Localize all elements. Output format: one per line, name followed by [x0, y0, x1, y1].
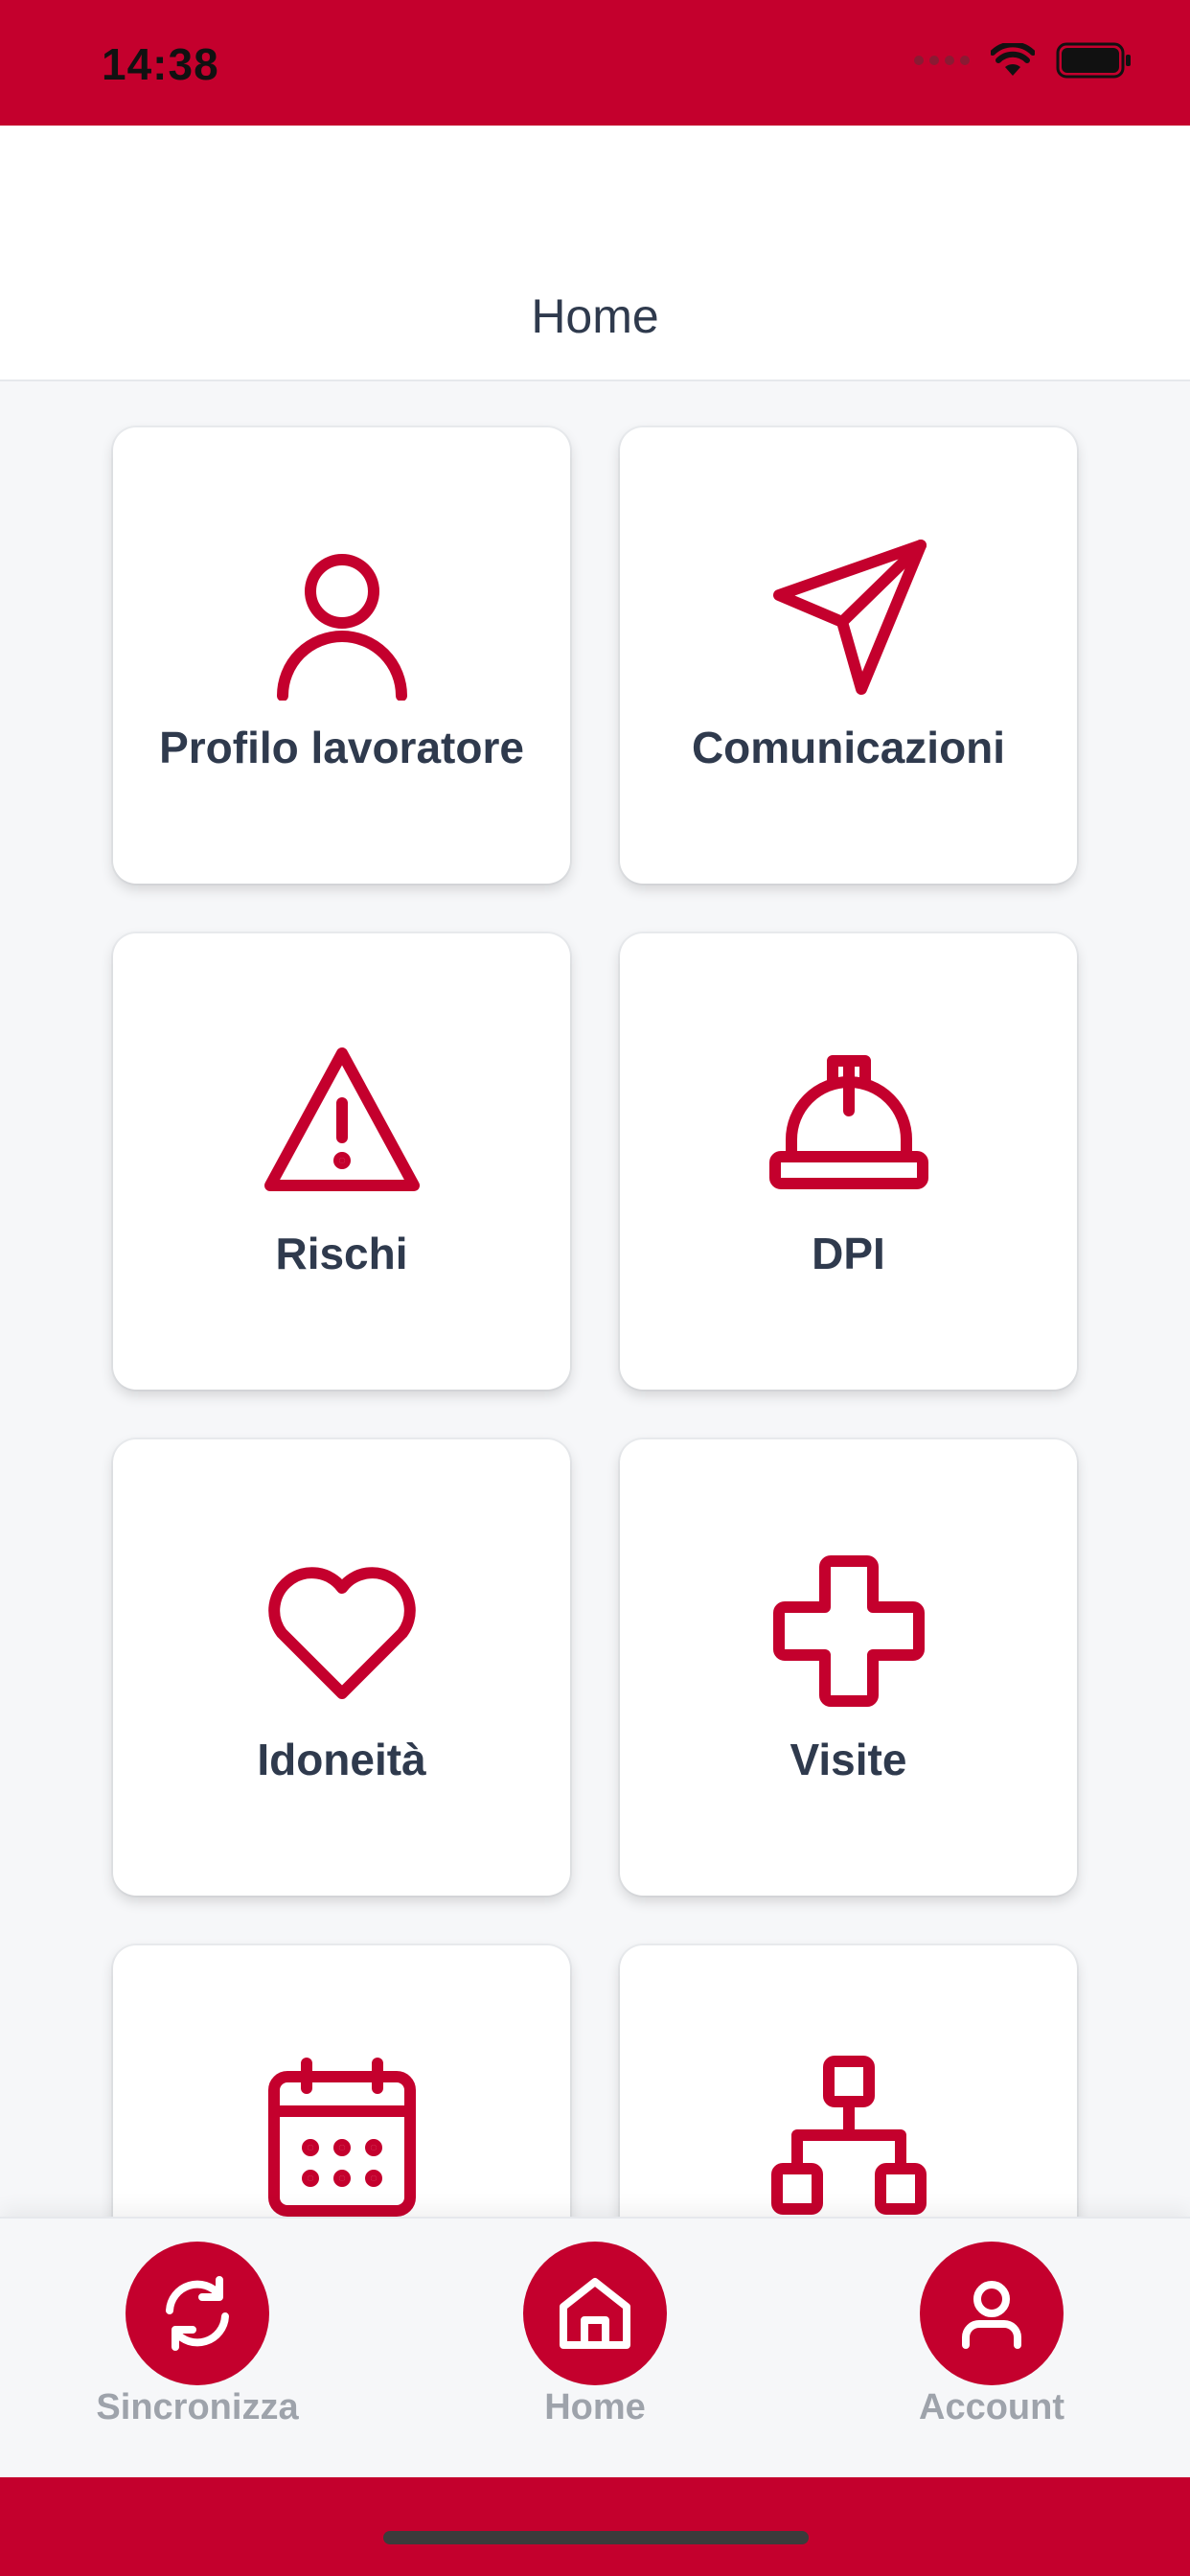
status-bar: 14:38	[0, 0, 1190, 126]
tile-label: Comunicazioni	[691, 723, 1006, 772]
calendar-icon	[261, 2056, 423, 2217]
nav-home-circle	[523, 2242, 667, 2385]
wifi-icon	[991, 43, 1035, 76]
user-icon	[261, 538, 423, 701]
medical-cross-icon	[767, 1550, 930, 1713]
tile-label: Rischi	[275, 1229, 408, 1278]
nav-account-label: Account	[919, 2387, 1064, 2427]
home-icon	[560, 2278, 630, 2349]
nav-sincronizza-label: Sincronizza	[96, 2387, 299, 2427]
home-tiles-scroll-area[interactable]: Profilo lavoratore Comunicazioni Rischi	[0, 380, 1190, 2217]
tile-comunicazioni[interactable]: Comunicazioni	[620, 427, 1077, 884]
cellular-signal-icon	[914, 56, 970, 65]
tile-dpi[interactable]: DPI	[620, 933, 1077, 1390]
tile-idoneita[interactable]: Idoneità	[113, 1439, 570, 1896]
bottom-nav: Sincronizza Home Account	[0, 2217, 1190, 2479]
nav-home-label: Home	[544, 2387, 646, 2427]
tile-label: DPI	[812, 1229, 885, 1278]
header: Home	[0, 126, 1190, 381]
tile-rischi[interactable]: Rischi	[113, 933, 570, 1390]
tile-grid: Profilo lavoratore Comunicazioni Rischi	[113, 427, 1077, 2217]
battery-icon	[1056, 42, 1131, 79]
paper-plane-icon	[767, 538, 930, 701]
page-title: Home	[531, 289, 659, 343]
hard-hat-icon	[767, 1044, 930, 1207]
org-chart-icon	[767, 2056, 930, 2217]
status-time: 14:38	[102, 39, 219, 89]
nav-account-button[interactable]: Account	[867, 2242, 1116, 2433]
nav-home-button[interactable]: Home	[470, 2242, 720, 2433]
sync-icon	[166, 2276, 229, 2351]
nav-sincronizza-button[interactable]: Sincronizza	[73, 2242, 322, 2433]
tile-visite[interactable]: Visite	[620, 1439, 1077, 1896]
tile-profilo-lavoratore[interactable]: Profilo lavoratore	[113, 427, 570, 884]
tile-calendar[interactable]	[113, 1945, 570, 2217]
tile-label: Idoneità	[257, 1735, 426, 1784]
tile-label: Visite	[790, 1735, 907, 1784]
tile-org-chart[interactable]	[620, 1945, 1077, 2217]
nav-account-circle	[920, 2242, 1064, 2385]
home-indicator-area	[0, 2477, 1190, 2576]
tile-label: Profilo lavoratore	[159, 723, 524, 772]
home-indicator[interactable]	[383, 2531, 809, 2544]
account-icon	[962, 2281, 1021, 2349]
nav-sincronizza-circle	[126, 2242, 269, 2385]
heart-icon	[261, 1550, 423, 1713]
status-icons	[914, 42, 1133, 79]
warning-triangle-icon	[261, 1044, 423, 1207]
